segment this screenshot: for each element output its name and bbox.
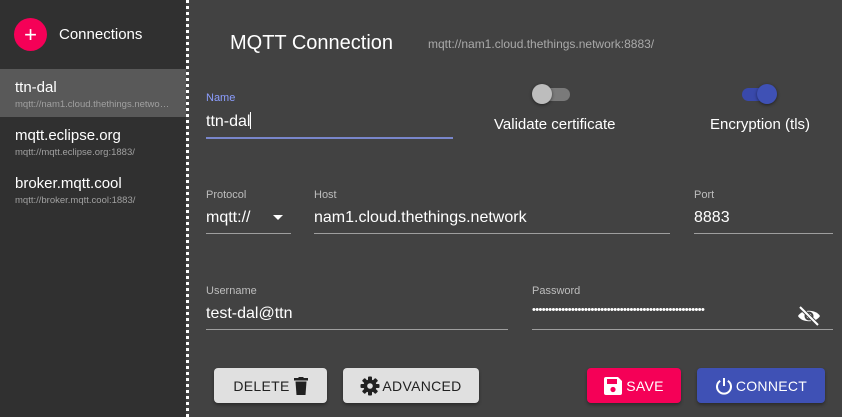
chevron-down-icon <box>273 215 283 220</box>
sidebar-title: Connections <box>59 26 143 43</box>
host-underline <box>314 233 670 234</box>
port-underline <box>694 233 833 234</box>
visibility-off-icon[interactable] <box>797 305 821 327</box>
connect-button[interactable]: CONNECT <box>697 368 825 403</box>
name-field-label: Name <box>206 92 236 104</box>
trash-icon <box>293 376 308 395</box>
sidebar-resize-handle[interactable] <box>186 0 189 417</box>
connect-button-label: CONNECT <box>735 377 808 394</box>
save-button-label: SAVE <box>626 377 664 394</box>
username-field[interactable]: test-dal@ttn <box>206 305 293 323</box>
sidebar-item-broker-mqtt-cool[interactable]: broker.mqtt.cool mqtt://broker.mqtt.cool… <box>0 165 186 213</box>
advanced-button[interactable]: ADVANCED <box>343 368 479 403</box>
plus-icon: + <box>24 21 37 47</box>
port-label: Port <box>694 189 715 201</box>
name-field-underline <box>206 137 453 139</box>
switch-thumb <box>757 84 777 104</box>
advanced-button-label: ADVANCED <box>382 377 462 394</box>
delete-button-label: DELETE <box>233 377 290 394</box>
connections-sidebar: + Connections ttn-dal mqtt://nam1.cloud.… <box>0 0 186 417</box>
connection-url: mqtt://mqtt.eclipse.org:1883/ <box>15 147 135 158</box>
connection-name: ttn-dal <box>15 79 57 96</box>
port-field[interactable]: 8883 <box>694 209 730 227</box>
protocol-label: Protocol <box>206 189 247 201</box>
sidebar-item-ttn-dal[interactable]: ttn-dal mqtt://nam1.cloud.thethings.netw… <box>0 69 186 117</box>
protocol-value: mqtt:// <box>206 209 251 226</box>
protocol-underline <box>206 233 291 234</box>
switch-thumb <box>532 84 552 104</box>
encryption-label: Encryption (tls) <box>710 116 811 133</box>
connection-url-display: mqtt://nam1.cloud.thethings.network:8883… <box>428 37 655 51</box>
power-icon <box>715 377 732 395</box>
password-field[interactable]: ••••••••••••••••••••••••••••••••••••••••… <box>532 304 782 316</box>
name-field-value: ttn-dal <box>206 113 251 130</box>
host-field[interactable]: nam1.cloud.thethings.network <box>314 209 527 227</box>
add-connection-button[interactable]: + <box>14 18 47 51</box>
validate-certificate-label: Validate certificate <box>494 116 616 133</box>
host-label: Host <box>314 189 337 201</box>
save-button[interactable]: SAVE <box>587 368 681 403</box>
password-underline <box>532 329 833 330</box>
sidebar-item-mqtt-eclipse[interactable]: mqtt.eclipse.org mqtt://mqtt.eclipse.org… <box>0 117 186 165</box>
username-underline <box>206 329 508 330</box>
username-label: Username <box>206 285 257 297</box>
floppy-disk-icon <box>604 376 623 395</box>
name-field[interactable]: ttn-dal <box>206 112 252 131</box>
password-label: Password <box>532 285 581 297</box>
page-title: MQTT Connection <box>230 32 394 54</box>
gear-icon <box>360 376 380 395</box>
connection-url: mqtt://broker.mqtt.cool:1883/ <box>15 195 136 206</box>
connection-url: mqtt://nam1.cloud.thethings.network:8883… <box>15 99 171 110</box>
connection-name: broker.mqtt.cool <box>15 175 122 192</box>
connection-name: mqtt.eclipse.org <box>15 127 121 144</box>
delete-button[interactable]: DELETE <box>214 368 327 403</box>
